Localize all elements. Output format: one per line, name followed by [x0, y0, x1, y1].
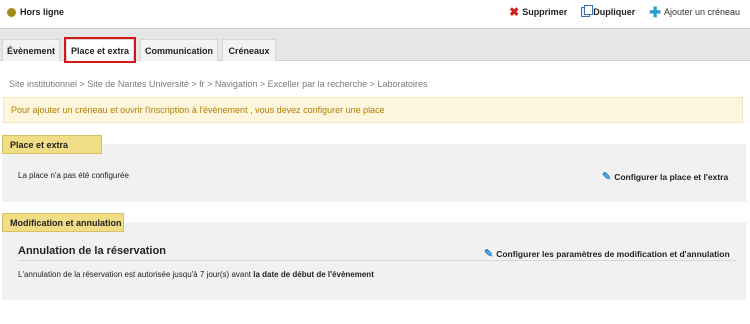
tab-bar: Évènement Place et extra Communication C…	[0, 28, 750, 63]
delete-x-icon: ✖	[509, 5, 520, 19]
configure-modification-label: Configurer les paramètres de modificatio…	[496, 248, 730, 259]
top-actions: ✖ Supprimer Dupliquer ✚ Ajouter un créne…	[509, 5, 740, 19]
tab-label: Communication	[144, 45, 213, 56]
cancellation-days: 7	[199, 270, 205, 279]
duplicate-icon	[581, 5, 594, 17]
warning-banner: Pour ajouter un créneau et ouvrir l'insc…	[3, 97, 743, 123]
configure-place-link[interactable]: ✎ Configurer la place et l'extra	[602, 170, 728, 183]
configure-place-label: Configurer la place et l'extra	[614, 171, 729, 182]
configure-modification-link[interactable]: ✎ Configurer les paramètres de modificat…	[484, 247, 730, 260]
tab-communication[interactable]: Communication	[140, 39, 218, 61]
status-label: Hors ligne	[20, 7, 65, 17]
tab-label: Place et extra	[70, 45, 130, 56]
pencil-icon: ✎	[602, 171, 612, 183]
place-section: Place et extra La place n'a pas été conf…	[2, 135, 746, 202]
divider	[18, 260, 736, 261]
breadcrumb: Site institutionnel > Site de Nantes Uni…	[9, 79, 428, 89]
place-section-header: Place et extra	[2, 135, 102, 154]
add-slot-label: Ajouter un créneau	[663, 7, 740, 17]
duplicate-button[interactable]: Dupliquer	[581, 5, 636, 17]
tab-evenement[interactable]: Évènement	[2, 39, 60, 61]
add-slot-button[interactable]: ✚ Ajouter un créneau	[649, 5, 740, 19]
status-dot-icon	[7, 7, 16, 17]
tab-label: Évènement	[6, 45, 56, 56]
warning-text: Pour ajouter un créneau et ouvrir l'insc…	[11, 105, 385, 115]
pencil-icon: ✎	[484, 248, 494, 260]
cancellation-middle: jour(s) avant	[206, 270, 252, 279]
delete-label: Supprimer	[522, 7, 568, 17]
plus-icon: ✚	[649, 4, 661, 20]
tab-creneaux[interactable]: Créneaux	[222, 39, 276, 61]
top-bar: Hors ligne ✖ Supprimer Dupliquer ✚ Ajout…	[0, 0, 750, 28]
modification-section-title: Modification et annulation	[10, 217, 122, 228]
cancellation-title: Annulation de la réservation	[18, 245, 166, 257]
modification-section-header: Modification et annulation	[2, 213, 124, 232]
delete-button[interactable]: ✖ Supprimer	[509, 6, 567, 18]
modification-section: Modification et annulation Annulation de…	[2, 213, 746, 300]
status-indicator: Hors ligne	[7, 7, 64, 17]
place-section-title: Place et extra	[10, 139, 69, 150]
tab-label: Créneaux	[228, 45, 270, 56]
place-status-text: La place n'a pas été configurée	[18, 171, 129, 180]
cancellation-text: L'annulation de la réservation est autor…	[18, 270, 374, 279]
cancellation-prefix: L'annulation de la réservation est autor…	[18, 270, 198, 279]
duplicate-label: Dupliquer	[593, 7, 636, 17]
cancellation-bold: la date de début de l'évènement	[253, 270, 374, 279]
tab-place-et-extra[interactable]: Place et extra	[64, 37, 136, 63]
